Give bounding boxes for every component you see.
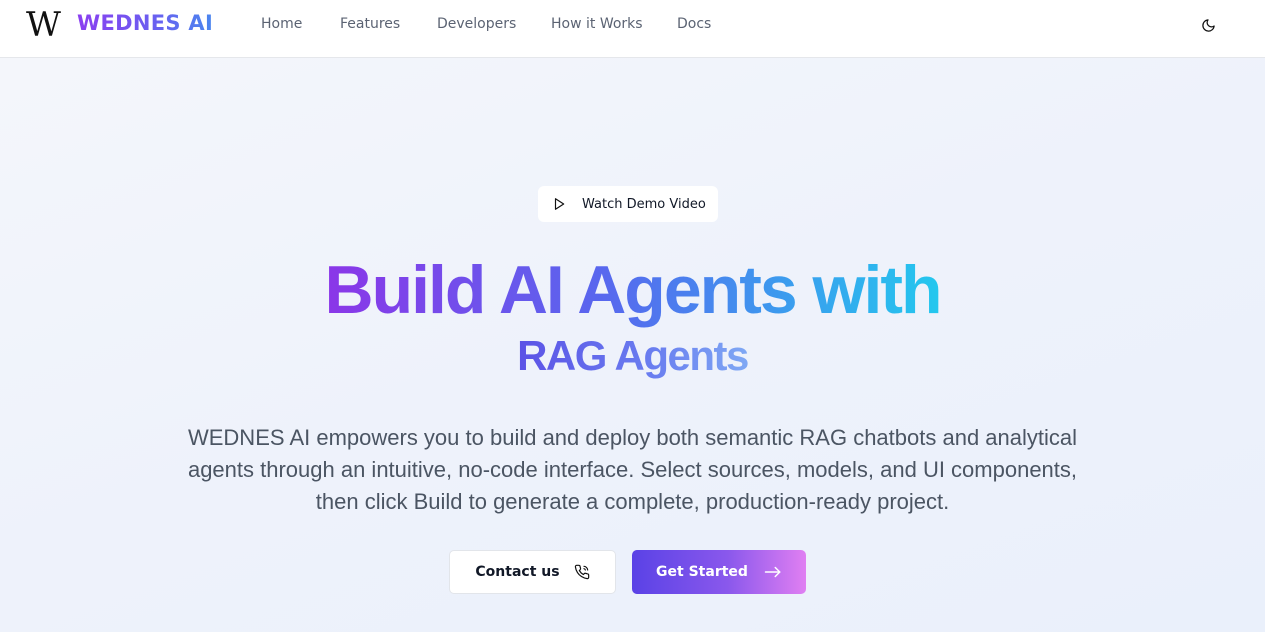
moon-icon <box>1201 18 1215 32</box>
get-started-button[interactable]: Get Started <box>632 550 806 594</box>
brand-name[interactable]: WEDNES AI <box>77 11 213 35</box>
brand-logo-mark[interactable]: W <box>26 8 66 42</box>
navbar: W WEDNES AI Home Features Developers How… <box>0 0 1265 58</box>
nav-developers[interactable]: Developers <box>437 16 516 32</box>
hero-subheadline: RAG Agents <box>0 330 1265 382</box>
nav-home[interactable]: Home <box>261 16 302 32</box>
theme-toggle-button[interactable] <box>1195 12 1221 38</box>
hero-description: WEDNES AI empowers you to build and depl… <box>187 425 1078 514</box>
hero-headline: Build AI Agents with <box>0 250 1265 330</box>
nav-features[interactable]: Features <box>340 16 400 32</box>
contact-us-label: Contact us <box>475 564 560 580</box>
hero-subheadline-text: RAG Agents <box>517 332 749 379</box>
get-started-label: Get Started <box>656 564 748 580</box>
play-icon <box>554 198 565 210</box>
phone-icon <box>574 564 589 580</box>
hero-headline-text: Build AI Agents with <box>324 252 942 328</box>
watch-demo-button[interactable]: Watch Demo Video <box>538 186 718 222</box>
nav-docs[interactable]: Docs <box>677 16 711 32</box>
nav-how-it-works[interactable]: How it Works <box>551 16 643 32</box>
arrow-right-icon <box>764 566 781 578</box>
contact-us-button[interactable]: Contact us <box>449 550 616 594</box>
watch-demo-label: Watch Demo Video <box>582 196 706 212</box>
